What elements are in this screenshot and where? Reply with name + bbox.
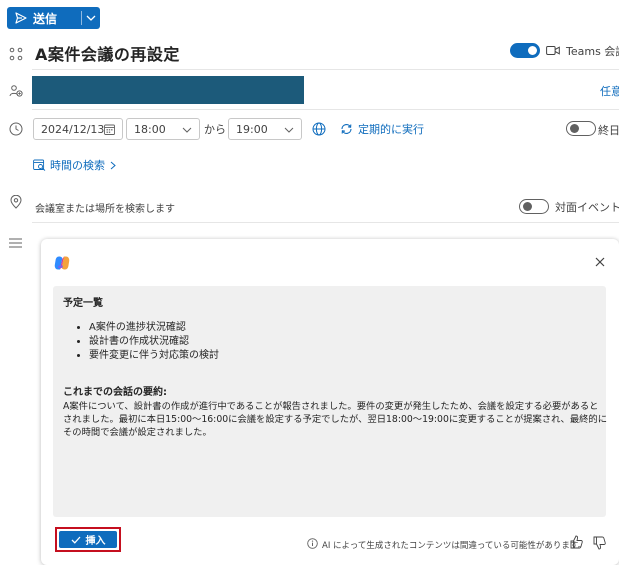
end-time-value: 19:00 xyxy=(236,122,268,136)
send-icon xyxy=(15,12,27,24)
date-value: 2024/12/13 xyxy=(41,122,105,136)
video-camera-icon xyxy=(546,46,560,55)
to-label: から xyxy=(204,123,226,136)
summary-heading: これまでの会話の要約: xyxy=(63,387,167,398)
divider xyxy=(32,222,619,223)
calendar-search-icon xyxy=(33,159,46,171)
people-icon xyxy=(9,85,23,97)
thumbs-down-icon[interactable] xyxy=(593,536,606,550)
teams-meeting-label: Teams 会議 xyxy=(566,45,619,58)
close-icon[interactable] xyxy=(595,257,605,267)
allday-toggle[interactable] xyxy=(566,121,596,136)
recurring-button[interactable]: 定期的に実行 xyxy=(340,121,424,137)
send-button[interactable]: 送信 xyxy=(7,7,81,29)
summary-line: A案件について、設計書の作成が進行中であることが報告されました。要件の変更が発生… xyxy=(63,401,599,412)
insert-button-highlight: 挿入 xyxy=(55,527,121,552)
end-time-select[interactable]: 19:00 xyxy=(228,118,302,140)
teams-meeting-toggle[interactable] xyxy=(510,43,540,58)
start-time-value: 18:00 xyxy=(134,122,166,136)
attendees-input[interactable] xyxy=(32,76,304,104)
optional-attendees-link[interactable]: 任意 xyxy=(600,83,619,99)
recurring-label: 定期的に実行 xyxy=(358,123,424,136)
calendar-icon xyxy=(104,124,115,135)
title-grid-icon xyxy=(9,47,23,61)
send-options-button[interactable] xyxy=(82,7,100,29)
agenda-list: A案件の進捗状況確認 設計書の作成状況確認 要件変更に伴う対応策の検討 xyxy=(63,321,219,362)
divider xyxy=(32,109,619,110)
clock-icon xyxy=(9,122,23,136)
copilot-logo-icon xyxy=(54,256,70,270)
globe-icon[interactable] xyxy=(312,122,326,136)
insert-button[interactable]: 挿入 xyxy=(59,531,117,548)
send-split-button: 送信 xyxy=(7,7,100,29)
date-picker[interactable]: 2024/12/13 xyxy=(33,118,123,140)
checkmark-icon xyxy=(71,536,80,544)
repeat-icon xyxy=(341,124,352,134)
time-search-link[interactable]: 時間の検索 xyxy=(33,157,116,173)
text-lines-icon xyxy=(9,238,22,248)
ai-disclaimer: AI によって生成されたコンテンツは間違っている可能性があります。 xyxy=(322,541,587,551)
event-title-input[interactable]: A案件会議の再設定 xyxy=(35,41,180,65)
location-pin-icon xyxy=(10,195,22,209)
agenda-item: A案件の進捗状況確認 xyxy=(89,321,219,334)
chevron-down-icon xyxy=(86,15,96,21)
summary-line: その時間で会議が設定されました。 xyxy=(63,427,212,438)
divider xyxy=(32,69,619,70)
inperson-toggle[interactable] xyxy=(519,199,549,214)
agenda-heading: 予定一覧 xyxy=(63,298,103,309)
location-input[interactable]: 会議室または場所を検索します xyxy=(35,200,175,215)
agenda-item: 要件変更に伴う対応策の検討 xyxy=(89,349,219,362)
time-search-label: 時間の検索 xyxy=(50,159,105,172)
info-icon xyxy=(307,538,318,549)
agenda-item: 設計書の作成状況確認 xyxy=(89,335,219,348)
send-label: 送信 xyxy=(33,11,58,26)
inperson-label: 対面イベント xyxy=(555,201,619,214)
thumbs-up-icon[interactable] xyxy=(570,535,583,549)
start-time-select[interactable]: 18:00 xyxy=(126,118,200,140)
summary-line: されました。最初に本日15:00～16:00に会議を設定する予定でしたが、翌日1… xyxy=(63,414,608,425)
chevron-down-icon xyxy=(284,127,294,133)
chevron-right-icon xyxy=(110,161,116,169)
chevron-down-icon xyxy=(182,127,192,133)
insert-label: 挿入 xyxy=(85,536,106,547)
allday-label: 終日 xyxy=(598,124,619,137)
